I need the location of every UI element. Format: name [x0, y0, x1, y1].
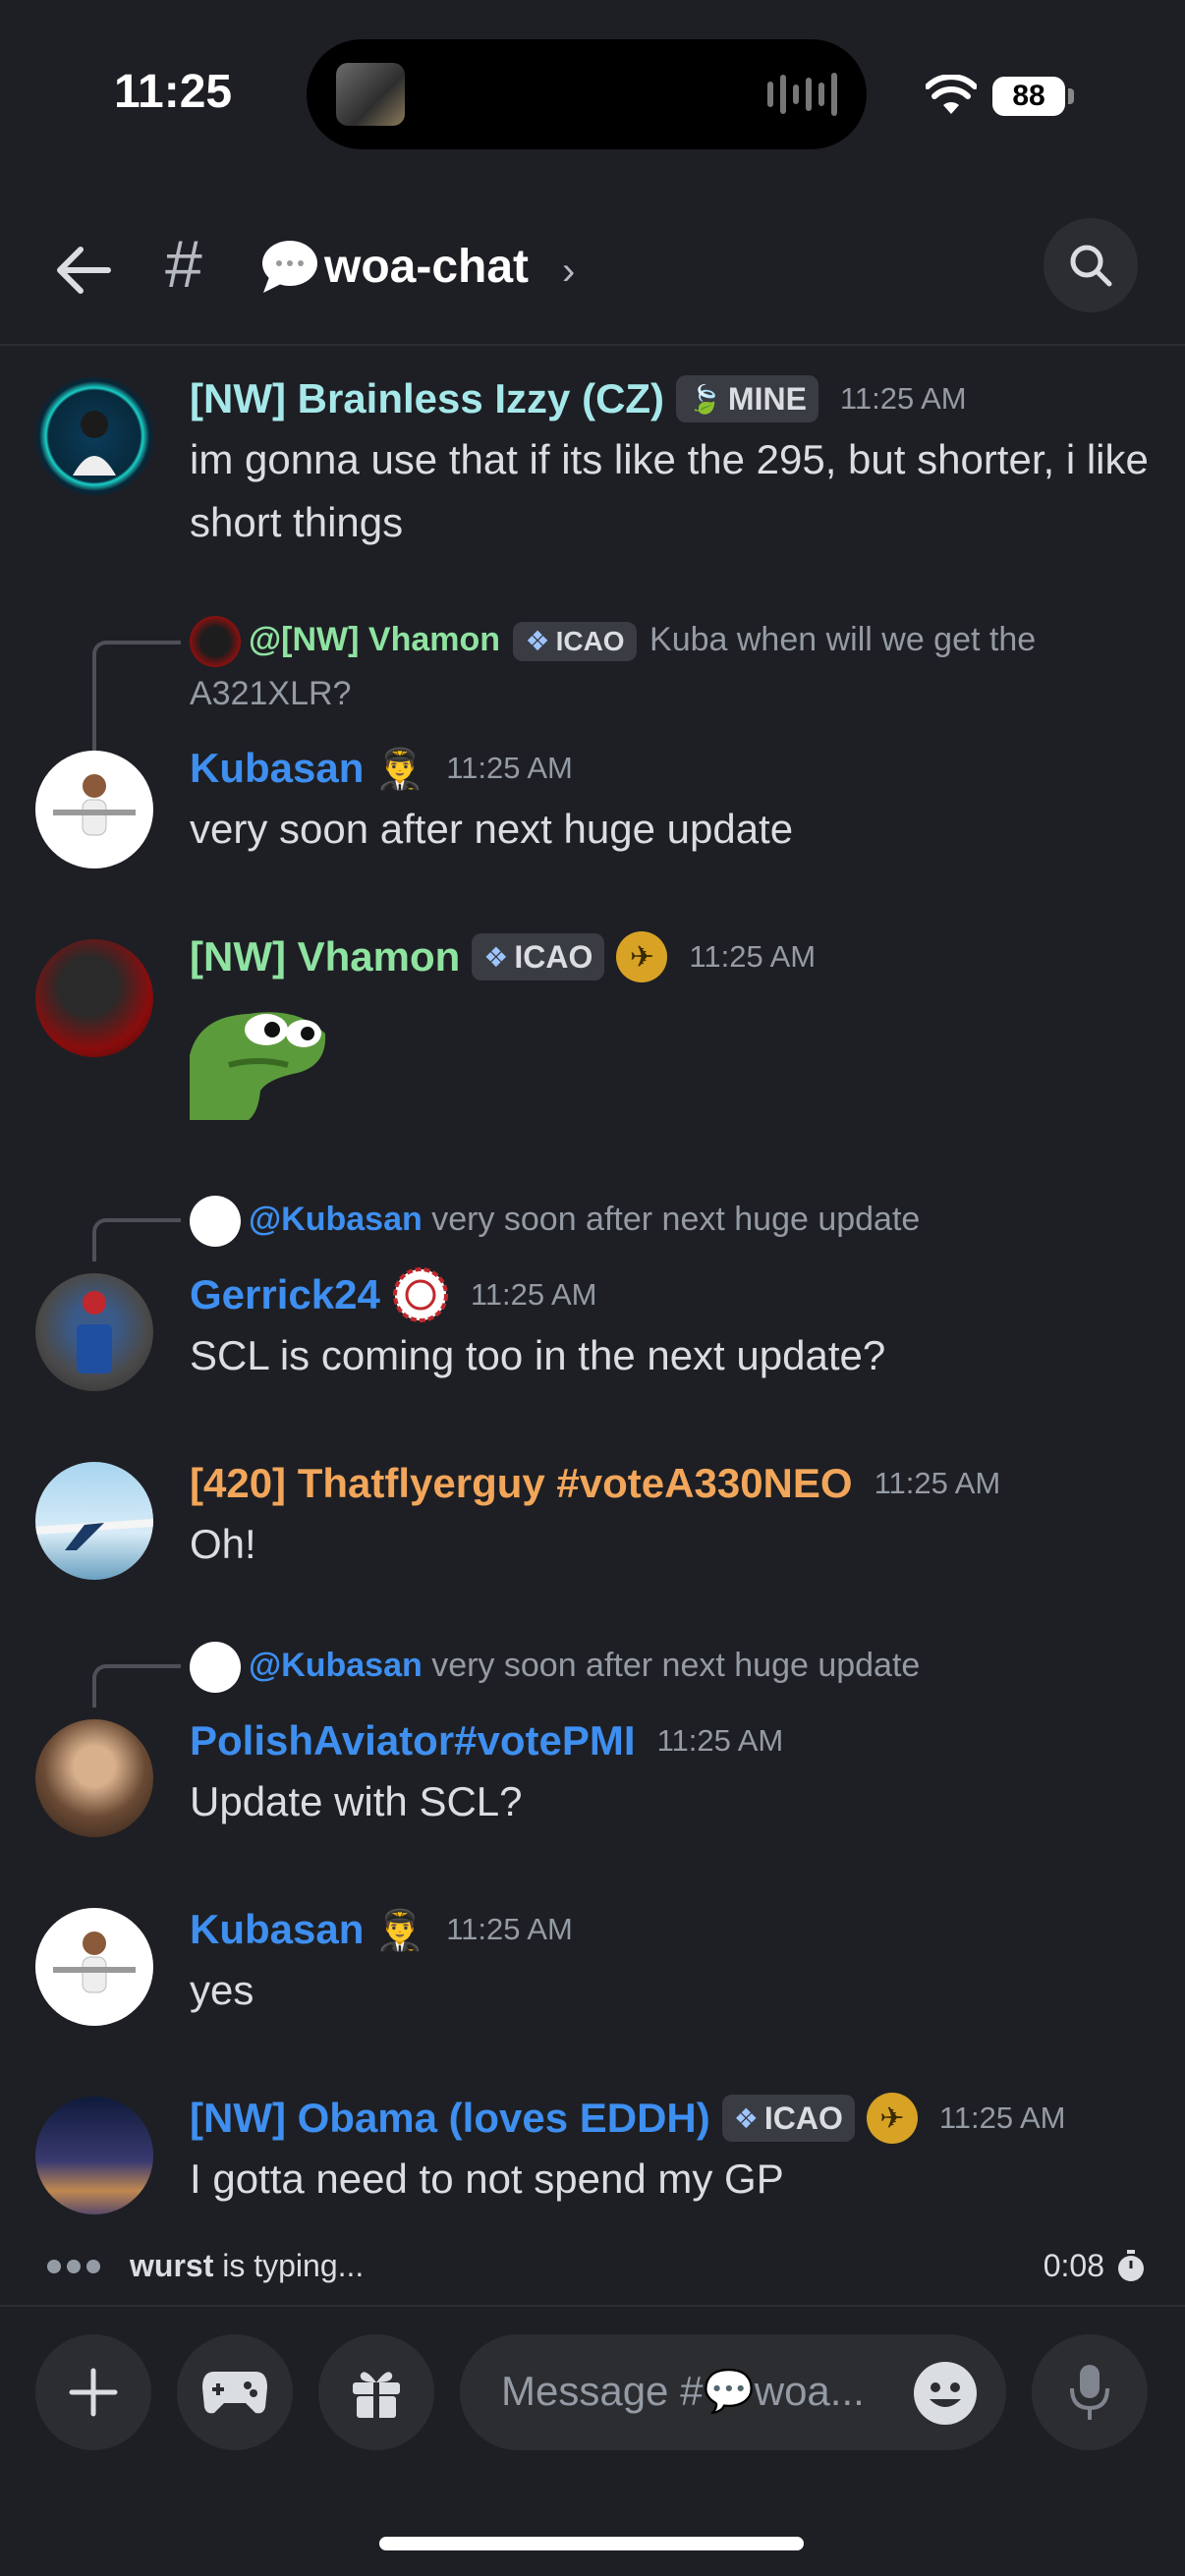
dynamic-island[interactable] [307, 39, 867, 149]
chevron-right-icon[interactable]: › [562, 250, 575, 294]
reply-avatar [190, 1196, 241, 1248]
reply-text: very soon after next huge update [431, 1647, 921, 1684]
message-text: SCL is coming too in the next update? [190, 1332, 886, 1378]
typing-user: wurst [130, 2248, 214, 2283]
seal-badge-icon [392, 1267, 448, 1322]
reply-author[interactable]: @[NW] Vhamon [249, 621, 500, 658]
message-author[interactable]: PolishAviator#votePMI [190, 1717, 636, 1764]
reply-author[interactable]: @Kubasan [249, 1647, 423, 1684]
avatar[interactable] [35, 1719, 153, 1837]
now-playing-thumbnail [336, 63, 405, 126]
message-timestamp: 11:25 AM [689, 939, 817, 974]
audio-waveform-icon [767, 71, 837, 118]
avatar[interactable] [35, 751, 153, 868]
gamepad-icon [202, 2372, 267, 2414]
microphone-icon [1070, 2365, 1109, 2420]
role-tag: ❖ ICAO [513, 622, 637, 661]
message-timestamp: 11:25 AM [446, 1912, 573, 1946]
battery-level: 88 [992, 77, 1065, 116]
message-text: I gotta need to not spend my GP [190, 2156, 784, 2202]
typing-dots-icon [47, 2260, 100, 2273]
message-timestamp: 11:25 AM [446, 751, 573, 785]
message-author[interactable]: Gerrick24 [190, 1271, 380, 1318]
pepe-emoji-image[interactable] [190, 996, 327, 1120]
reply-author[interactable]: @Kubasan [249, 1201, 423, 1238]
diamond-icon: ❖ [483, 941, 509, 973]
add-attachment-button[interactable] [35, 2334, 151, 2450]
emoji-button[interactable] [914, 2362, 977, 2425]
typing-indicator: wurst is typing... 0:08 [47, 2240, 1146, 2299]
avatar[interactable] [35, 377, 153, 495]
message-author[interactable]: [NW] Obama (loves EDDH) [190, 2095, 710, 2142]
speech-bubble-icon [262, 241, 317, 293]
message-timestamp: 11:25 AM [656, 1723, 784, 1758]
reply-avatar [190, 1642, 241, 1694]
message-author[interactable]: [420] Thatflyerguy #voteA330NEO [190, 1460, 853, 1507]
gift-button[interactable] [318, 2334, 434, 2450]
message-text: yes [190, 1967, 254, 2013]
search-button[interactable] [1044, 218, 1138, 312]
channel-hash-icon: # [165, 227, 202, 302]
timer-value: 0:08 [1043, 2248, 1104, 2283]
diamond-icon: ❖ [733, 2102, 759, 2134]
channel-header: # woa-chat › [0, 196, 1185, 346]
message-author[interactable]: [NW] Brainless Izzy (CZ) [190, 375, 664, 422]
voice-message-button[interactable] [1032, 2334, 1148, 2450]
gift-icon [353, 2372, 400, 2418]
avatar[interactable] [35, 1462, 153, 1580]
message-timestamp: 11:25 AM [938, 2100, 1066, 2135]
search-icon [1070, 245, 1112, 287]
message-placeholder: Message #💬woa... [501, 2368, 865, 2414]
avatar[interactable] [35, 2097, 153, 2214]
role-tag: ❖ ICAO [721, 2095, 855, 2142]
avatar[interactable] [35, 1273, 153, 1391]
message-author[interactable]: Kubasan [190, 1906, 364, 1953]
wifi-icon [926, 75, 977, 114]
reply-reference[interactable]: @[NW] Vhamon ❖ ICAO Kuba when will we get… [0, 613, 1185, 753]
pilot-icon: 👨‍✈️ [375, 747, 425, 791]
reply-spine [92, 1218, 181, 1261]
stopwatch-icon [1118, 2249, 1144, 2281]
smiley-icon [930, 2382, 961, 2407]
message-timestamp: 11:25 AM [874, 1466, 1001, 1500]
slowmode-timer: 0:08 [1044, 2248, 1146, 2284]
role-tag: 🍃 MINE [676, 375, 818, 422]
typing-suffix: is typing... [213, 2248, 365, 2283]
reply-reference[interactable]: @Kubasan very soon after next huge updat… [0, 1193, 1185, 1261]
role-tag: ❖ ICAO [472, 933, 605, 980]
airplane-badge-icon: ✈ [616, 931, 668, 982]
reply-spine [92, 641, 181, 753]
reply-spine [92, 1664, 181, 1708]
message-input[interactable]: Message #💬woa... [460, 2334, 1006, 2450]
reply-avatar [190, 616, 241, 668]
message-text: very soon after next huge update [190, 806, 794, 852]
plus-icon [69, 2368, 118, 2417]
avatar[interactable] [35, 1908, 153, 2026]
message-text: Oh! [190, 1521, 256, 1567]
message-timestamp: 11:25 AM [470, 1277, 597, 1312]
status-bar: 11:25 88 [0, 0, 1185, 187]
activities-button[interactable] [177, 2334, 293, 2450]
reply-reference[interactable]: @Kubasan very soon after next huge updat… [0, 1639, 1185, 1708]
leaf-icon: 🍃 [688, 383, 722, 415]
status-time: 11:25 [114, 66, 233, 118]
pilot-icon: 👨‍✈️ [375, 1908, 425, 1952]
message-timestamp: 11:25 AM [839, 381, 967, 416]
message-author[interactable]: Kubasan [190, 745, 364, 792]
message-author[interactable]: [NW] Vhamon [190, 933, 460, 980]
message-text: im gonna use that if its like the 295, b… [190, 436, 1149, 545]
back-arrow-icon[interactable] [49, 236, 118, 305]
channel-name[interactable]: woa-chat [324, 240, 529, 294]
diamond-icon: ❖ [525, 626, 550, 656]
message-text: Update with SCL? [190, 1778, 523, 1824]
reply-text: very soon after next huge update [431, 1201, 921, 1238]
battery-tip [1068, 88, 1074, 104]
home-indicator[interactable] [379, 2537, 804, 2550]
airplane-badge-icon: ✈ [866, 2093, 918, 2144]
avatar[interactable] [35, 939, 153, 1057]
message-composer: Message #💬woa... [0, 2305, 1185, 2576]
